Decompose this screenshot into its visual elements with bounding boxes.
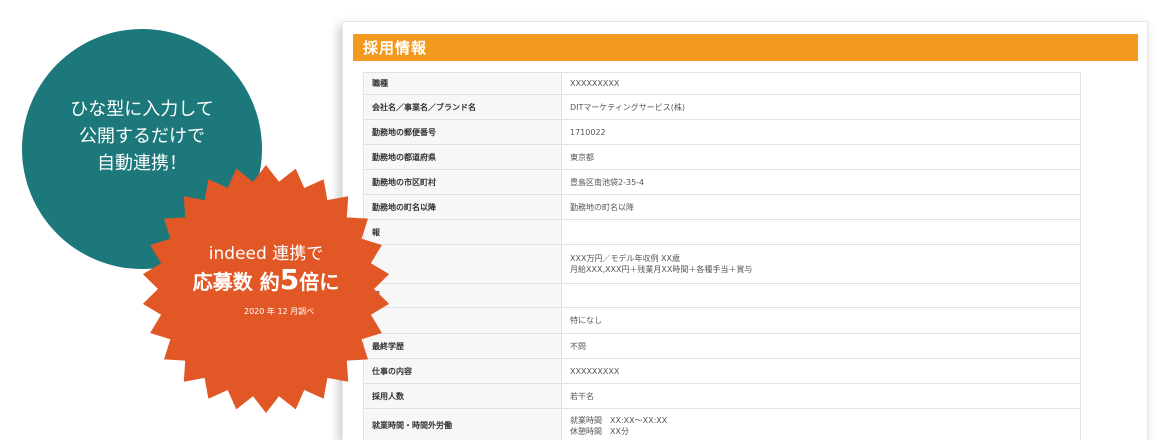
burst-main-claim: 応募数 約5倍に (156, 266, 376, 296)
burst-survey-note: 2020 年 12 月調べ (244, 306, 314, 317)
burst-claim-prefix: 応募数 約 (193, 270, 280, 294)
burst-claim-suffix: 倍に (299, 270, 339, 294)
burst-headline: indeed 連携で (156, 242, 376, 266)
orange-starburst-badge (0, 0, 1170, 439)
burst-text: indeed 連携で 応募数 約5倍に (156, 242, 376, 296)
burst-claim-number: 5 (280, 263, 299, 296)
